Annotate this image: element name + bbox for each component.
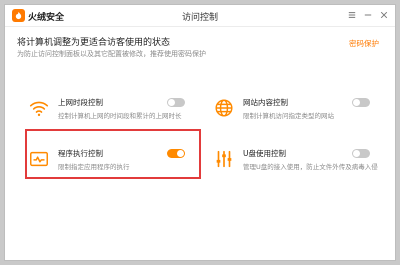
feature-card-usb: U盘使用控制 管理U盘的接入使用，防止文件外传及病毒入侵 [205,138,380,184]
feature-name: 上网时段控制 [58,98,103,107]
toggle-usb-control[interactable] [352,149,370,158]
wifi-icon [28,97,50,119]
globe-icon [213,97,235,119]
page-subline: 为防止访问控制面板以及其它配置被修改，推荐使用密码保护 [17,50,206,58]
sliders-icon [213,148,235,170]
toggle-online-time[interactable] [167,98,185,107]
minimize-icon[interactable] [361,8,375,22]
feature-name: 网站内容控制 [243,98,288,107]
feature-name: U盘使用控制 [243,149,286,158]
feature-card-web-content: 网站内容控制 限制计算机访问指定类型的网站 [205,87,380,133]
feature-desc: 控制计算机上网的时间段和累计的上网时长 [58,112,182,120]
password-protect-link[interactable]: 密码保护 [349,38,379,49]
feature-desc: 限制计算机访问指定类型的网站 [243,112,334,120]
selection-highlight-box [25,129,201,179]
feature-desc: 管理U盘的接入使用，防止文件外传及病毒入侵 [243,163,378,171]
menu-icon[interactable] [345,8,359,22]
window-title: 访问控制 [181,13,218,23]
close-icon[interactable] [377,8,391,22]
access-control-window: 火绒安全 访问控制 将计算机调整为更适合访客使用的状态 为防止访问控制面板以及其… [4,4,396,261]
feature-card-online-time: 上网时段控制 控制计算机上网的时间段和累计的上网时长 [20,87,195,133]
toggle-web-content[interactable] [352,98,370,107]
page-headline: 将计算机调整为更适合访客使用的状态 [17,38,171,48]
title-bar: 火绒安全 访问控制 [5,5,395,27]
